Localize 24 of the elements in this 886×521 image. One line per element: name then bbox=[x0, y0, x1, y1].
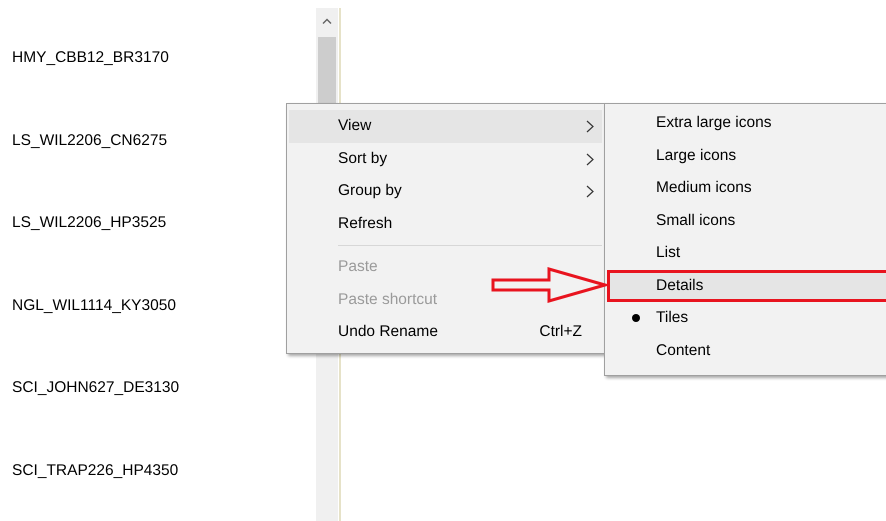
file-name[interactable]: LS_WIL2206_CN6275 bbox=[12, 124, 168, 157]
menu-item[interactable]: Small icons bbox=[607, 204, 886, 237]
menu-item[interactable]: Extra large icons bbox=[607, 107, 886, 140]
file-name[interactable]: LS_WIL2206_HP3525 bbox=[12, 207, 166, 240]
menu-item[interactable]: Medium icons bbox=[607, 172, 886, 204]
chevron-icon bbox=[586, 185, 594, 198]
menu-item[interactable]: Sort by bbox=[289, 142, 602, 175]
scroll-up-icon[interactable] bbox=[322, 18, 332, 24]
menu-item[interactable]: Details bbox=[607, 270, 886, 302]
menu-item[interactable]: Large icons bbox=[607, 140, 886, 172]
menu-item[interactable]: Undo Rename Ctrl+Z bbox=[289, 316, 602, 348]
shortcut-label: Ctrl+Z bbox=[539, 323, 582, 342]
menu-item[interactable]: Group by bbox=[289, 175, 602, 208]
file-name[interactable]: SCI_TRAP226_HP4350 bbox=[12, 454, 178, 487]
chevron-icon bbox=[586, 120, 594, 133]
menu-item[interactable]: List bbox=[607, 237, 886, 270]
menu-item[interactable]: Content bbox=[607, 334, 886, 367]
menu-item[interactable]: Refresh bbox=[289, 208, 602, 240]
chevron-icon bbox=[586, 152, 594, 166]
menu-item[interactable]: View bbox=[289, 110, 602, 142]
file-name[interactable]: NGL_WIL1114_KY3050 bbox=[12, 290, 176, 322]
file-name[interactable]: HMY_CBB12_BR3170 bbox=[12, 42, 169, 74]
file-name[interactable]: SCI_JOHN627_DE3130 bbox=[12, 372, 180, 404]
menu-item[interactable]: Tiles bbox=[607, 302, 886, 334]
